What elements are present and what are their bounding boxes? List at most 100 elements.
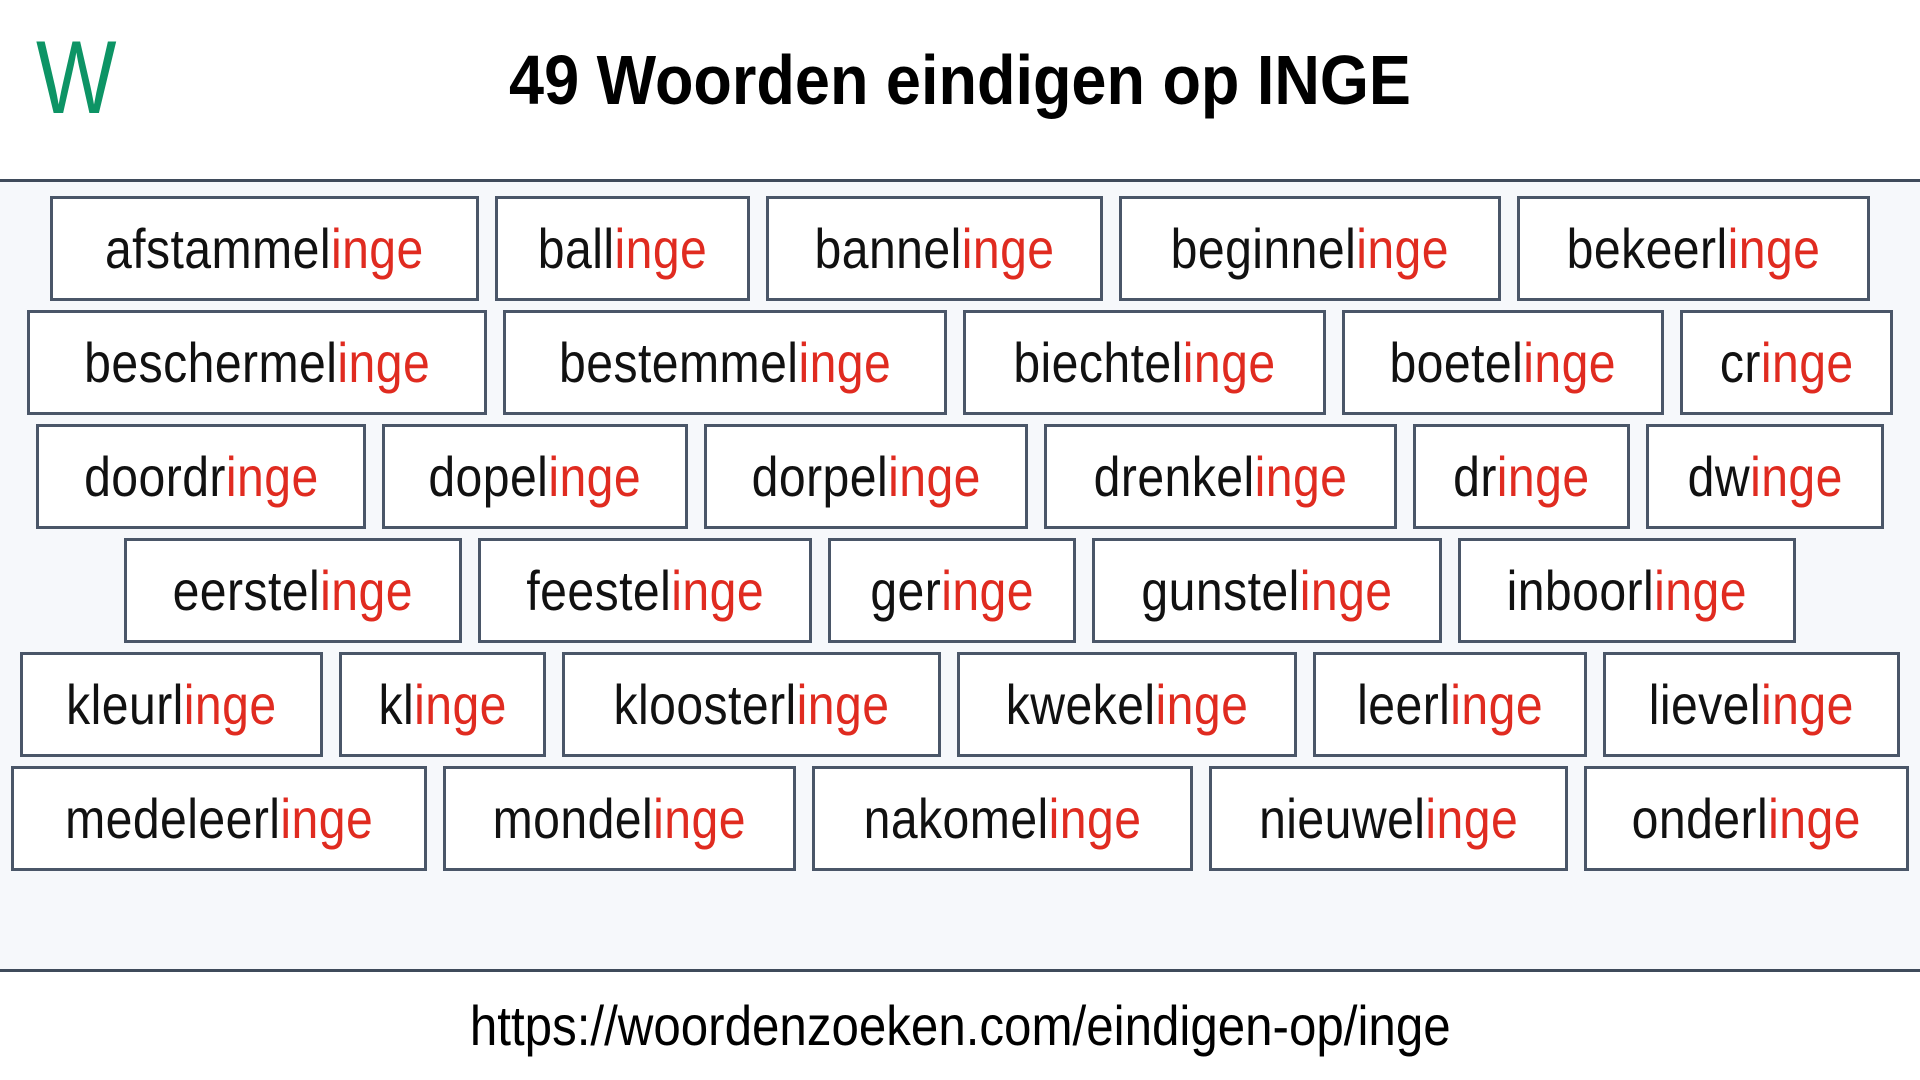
word-text: dopelinge bbox=[428, 444, 642, 508]
word-box[interactable]: cringe bbox=[1679, 310, 1894, 415]
word-box[interactable]: bannelinge bbox=[766, 196, 1104, 301]
page-title: 49 Woorden eindigen op INGE bbox=[509, 41, 1411, 119]
word-box[interactable]: geringe bbox=[828, 538, 1077, 643]
word-box[interactable]: biechtelinge bbox=[963, 310, 1327, 415]
word-box[interactable]: dwinge bbox=[1645, 424, 1885, 529]
word-row: afstammelinge ballinge bannelinge beginneli… bbox=[0, 196, 1920, 301]
word-box[interactable]: nieuwelinge bbox=[1209, 766, 1569, 871]
word-suffix-highlight: inge bbox=[1768, 786, 1862, 850]
word-box[interactable]: dringe bbox=[1413, 424, 1630, 529]
word-box[interactable]: kloosterlinge bbox=[562, 652, 942, 757]
word-suffix-highlight: inge bbox=[1155, 672, 1249, 736]
word-row: beschermelinge bestemmelinge biechtelinge b… bbox=[0, 310, 1920, 415]
word-text: bestemmelinge bbox=[559, 330, 891, 394]
word-text: klinge bbox=[378, 672, 506, 736]
word-text: dringe bbox=[1453, 446, 1589, 507]
word-suffix-highlight: inge bbox=[670, 558, 764, 622]
word-prefix: nieuwel bbox=[1259, 786, 1426, 850]
word-prefix: kl bbox=[378, 672, 414, 736]
word-suffix-highlight: inge bbox=[941, 558, 1035, 622]
word-text: medeleerlinge bbox=[65, 786, 374, 850]
word-prefix: nakomel bbox=[863, 786, 1049, 850]
word-box[interactable]: ballinge bbox=[494, 196, 750, 301]
word-suffix-highlight: inge bbox=[796, 672, 890, 736]
word-row: eerstelinge feestelinge geringe gunstelinge… bbox=[0, 538, 1920, 643]
word-text: geringe bbox=[870, 558, 1035, 622]
word-text: gunstelinge bbox=[1142, 558, 1393, 622]
word-suffix-highlight: inge bbox=[1760, 330, 1854, 394]
word-prefix: bestemmel bbox=[559, 330, 799, 394]
word-row: doordringe dopelinge dorpelinge drenkelinge… bbox=[0, 424, 1920, 529]
word-box[interactable]: onderlinge bbox=[1584, 766, 1909, 871]
word-text: feestelinge bbox=[526, 558, 764, 622]
word-box[interactable]: beginnelinge bbox=[1119, 196, 1501, 301]
word-box[interactable]: mondelinge bbox=[443, 766, 796, 871]
word-suffix-highlight: inge bbox=[961, 216, 1055, 280]
word-box[interactable]: drenkelinge bbox=[1044, 424, 1398, 529]
word-box[interactable]: gunstelinge bbox=[1092, 538, 1443, 643]
word-box[interactable]: dorpelinge bbox=[703, 424, 1029, 529]
word-text: nakomelinge bbox=[863, 786, 1142, 850]
word-box[interactable]: lievelinge bbox=[1603, 652, 1900, 757]
word-box[interactable]: afstammelinge bbox=[50, 196, 479, 301]
word-prefix: doordr bbox=[83, 444, 226, 508]
page-footer: https://woordenzoeken.com/eindigen-op/in… bbox=[0, 972, 1920, 1080]
word-suffix-highlight: inge bbox=[1356, 216, 1450, 280]
word-row: medeleerlinge mondelinge nakomelinge nieuwe… bbox=[0, 766, 1920, 871]
word-text: beginnelinge bbox=[1171, 216, 1450, 280]
word-prefix: lievel bbox=[1649, 672, 1762, 736]
word-box[interactable]: beschermelinge bbox=[26, 310, 488, 415]
word-text: afstammelinge bbox=[105, 216, 425, 280]
word-suffix-highlight: inge bbox=[1425, 786, 1519, 850]
word-text: eerstelinge bbox=[172, 558, 414, 622]
word-box[interactable]: bestemmelinge bbox=[503, 310, 948, 415]
word-suffix-highlight: inge bbox=[183, 672, 277, 736]
word-prefix: cr bbox=[1719, 330, 1761, 394]
word-suffix-highlight: inge bbox=[1254, 444, 1348, 508]
page-header: W 49 Woorden eindigen op INGE bbox=[0, 0, 1920, 182]
word-suffix-highlight: inge bbox=[1300, 558, 1393, 622]
word-text: kloosterlinge bbox=[613, 672, 890, 736]
word-suffix-highlight: inge bbox=[225, 444, 319, 508]
word-text: biechtelinge bbox=[1014, 332, 1276, 393]
word-grid: afstammelinge ballinge bannelinge beginneli… bbox=[0, 182, 1920, 972]
word-suffix-highlight: inge bbox=[1523, 330, 1617, 394]
word-box[interactable]: doordringe bbox=[35, 424, 367, 529]
word-prefix: medeleerl bbox=[65, 786, 281, 850]
word-prefix: ger bbox=[870, 558, 942, 622]
word-box[interactable]: leerlinge bbox=[1313, 652, 1588, 757]
word-suffix-highlight: inge bbox=[331, 216, 425, 280]
word-text: drenkelinge bbox=[1094, 444, 1348, 508]
word-text: boetelinge bbox=[1390, 330, 1617, 394]
word-box[interactable]: medeleerlinge bbox=[11, 766, 428, 871]
word-box[interactable]: dopelinge bbox=[382, 424, 688, 529]
word-prefix: kloosterl bbox=[613, 672, 797, 736]
word-prefix: dopel bbox=[428, 444, 549, 508]
word-prefix: dw bbox=[1687, 444, 1751, 508]
word-prefix: leerl bbox=[1357, 672, 1451, 736]
word-suffix-highlight: inge bbox=[337, 330, 430, 394]
word-box[interactable]: kwekelinge bbox=[957, 652, 1298, 757]
word-box[interactable]: bekeerlinge bbox=[1516, 196, 1870, 301]
word-prefix: beschermel bbox=[83, 330, 338, 394]
word-box[interactable]: feestelinge bbox=[477, 538, 813, 643]
word-box[interactable]: klinge bbox=[338, 652, 547, 757]
word-suffix-highlight: inge bbox=[653, 786, 747, 850]
word-box[interactable]: inboorlinge bbox=[1458, 538, 1796, 643]
word-box[interactable]: boetelinge bbox=[1342, 310, 1664, 415]
word-box[interactable]: nakomelinge bbox=[811, 766, 1194, 871]
word-text: bannelinge bbox=[815, 216, 1055, 280]
word-box[interactable]: eerstelinge bbox=[124, 538, 462, 643]
word-suffix-highlight: inge bbox=[280, 786, 374, 850]
word-text: kleurlinge bbox=[66, 672, 277, 736]
word-prefix: inboorl bbox=[1506, 558, 1655, 622]
word-prefix: eerstel bbox=[172, 558, 321, 622]
word-text: kwekelinge bbox=[1006, 672, 1249, 736]
word-text: dwinge bbox=[1687, 444, 1843, 508]
word-text: leerlinge bbox=[1357, 672, 1543, 736]
word-text: ballinge bbox=[538, 218, 707, 279]
word-row: kleurlinge klinge kloosterlinge kwekelinge l… bbox=[0, 652, 1920, 757]
source-url[interactable]: https://woordenzoeken.com/eindigen-op/in… bbox=[470, 995, 1451, 1057]
word-box[interactable]: kleurlinge bbox=[20, 652, 323, 757]
word-suffix-highlight: inge bbox=[320, 558, 414, 622]
